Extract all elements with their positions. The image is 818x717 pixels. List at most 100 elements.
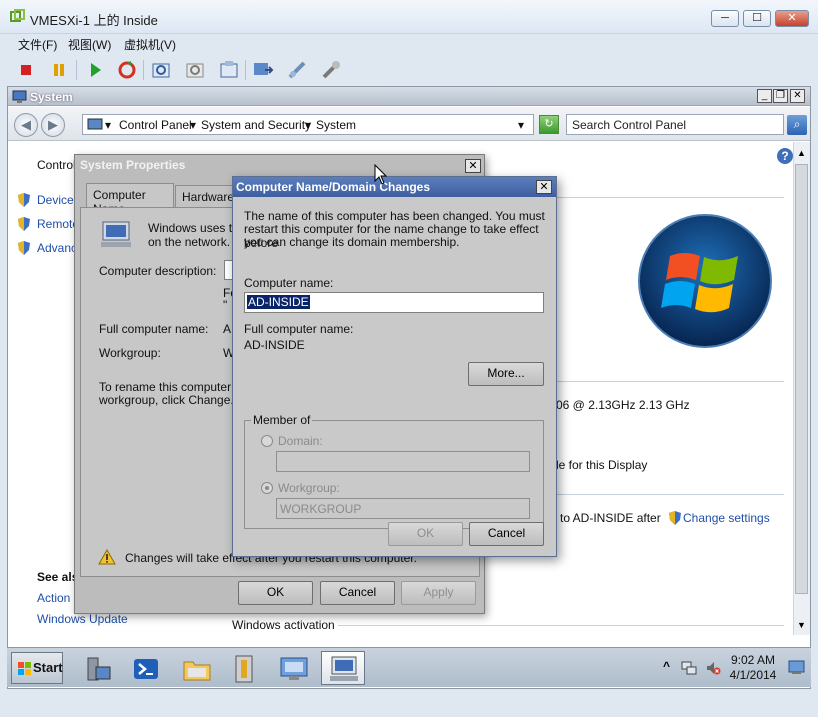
more-button[interactable]: More... xyxy=(468,362,544,386)
workgroup-radio[interactable] xyxy=(261,482,273,494)
show-desktop-icon[interactable] xyxy=(788,659,805,676)
vm-toolbar xyxy=(0,55,818,85)
rename-text-line1: To rename this computer or xyxy=(99,380,246,394)
vm-status-area xyxy=(0,689,818,717)
clock-time: 9:02 AM xyxy=(730,653,776,667)
server-manager-task[interactable] xyxy=(75,651,119,685)
system-restore-button[interactable]: ❐ xyxy=(773,89,788,103)
vm-close-button[interactable]: ✕ xyxy=(775,10,809,27)
folder-icon xyxy=(183,661,211,681)
system-minimize-button[interactable]: _ xyxy=(757,89,772,103)
vertical-scrollbar[interactable]: ▲ ▼ xyxy=(793,142,810,635)
domain-input[interactable] xyxy=(276,451,530,472)
power-on-icon[interactable] xyxy=(83,58,107,82)
member-of-group: Member of Domain: Workgroup: WORKGROUP xyxy=(244,413,544,529)
workgroup-label: Workgroup: xyxy=(278,481,340,495)
forward-button[interactable]: ▶ xyxy=(41,113,65,137)
breadcrumb-system-security[interactable]: System and Security xyxy=(201,118,311,132)
search-input[interactable]: Search Control Panel xyxy=(566,114,784,135)
domain-label: Domain: xyxy=(278,434,323,448)
tray-expand-icon[interactable]: ^ xyxy=(663,659,670,673)
refresh-icon[interactable]: ↻ xyxy=(539,115,559,134)
change-settings-link[interactable]: Change settings xyxy=(683,511,770,525)
menu-view[interactable]: 视图(W) xyxy=(68,36,111,53)
taskbar-clock[interactable]: 9:02 AM 4/1/2014 xyxy=(723,653,783,683)
vm-titlebar: VMESXi-1 上的 Inside ─ ☐ ✕ xyxy=(0,0,818,34)
control-panel-icon xyxy=(87,118,103,130)
computer-name-changes-titlebar: Computer Name/Domain Changes ✕ xyxy=(233,177,556,197)
computer-name-changes-dialog: Computer Name/Domain Changes ✕ The name … xyxy=(232,176,557,557)
connect-device-icon[interactable] xyxy=(285,58,309,82)
pen-touch-info: le for this Display xyxy=(556,458,648,472)
system-properties-task[interactable] xyxy=(321,651,365,685)
system-properties-close-button[interactable]: ✕ xyxy=(465,159,481,173)
system-window-title: System xyxy=(30,90,73,104)
suspend-icon[interactable] xyxy=(47,58,71,82)
tab-hardware[interactable]: Hardware xyxy=(175,185,234,207)
workgroup-label: Workgroup: xyxy=(99,346,161,360)
computer-name-changes-close-button[interactable]: ✕ xyxy=(536,180,552,194)
snapshot-manager-icon[interactable] xyxy=(217,58,241,82)
network-icon[interactable] xyxy=(681,660,697,676)
power-off-icon[interactable] xyxy=(14,58,38,82)
tab-computer-name[interactable]: Computer Name xyxy=(86,183,174,216)
shield-icon xyxy=(18,241,30,255)
shield-icon xyxy=(18,193,30,207)
revert-snapshot-icon[interactable] xyxy=(183,58,207,82)
system-window-titlebar: System _ ❐ ✕ xyxy=(8,87,810,106)
vmware-app-icon xyxy=(10,9,25,22)
control-panel-home-link[interactable]: Control xyxy=(37,158,76,172)
system-properties-apply-button[interactable]: Apply xyxy=(401,581,476,605)
vm-maximize-button[interactable]: ☐ xyxy=(743,10,771,27)
domain-radio[interactable] xyxy=(261,435,273,447)
control-panel-task[interactable] xyxy=(271,651,315,685)
name-changes-cancel-button[interactable]: Cancel xyxy=(469,522,544,546)
computer-name-input[interactable]: AD-INSIDE xyxy=(244,292,544,313)
full-computer-name-value: AD-INSIDE xyxy=(244,338,305,352)
volume-muted-icon[interactable] xyxy=(705,660,721,676)
full-computer-name-label: Full computer name: xyxy=(99,322,209,336)
explorer-task[interactable] xyxy=(173,651,217,685)
server-manager-icon xyxy=(87,657,111,681)
computer-icon xyxy=(101,221,131,247)
computer-icon xyxy=(330,656,358,681)
warning-icon xyxy=(98,549,116,565)
rename-message-line3: you can change its domain membership. xyxy=(244,235,460,249)
breadcrumb-system[interactable]: System xyxy=(316,118,356,132)
snapshot-icon[interactable] xyxy=(149,58,173,82)
vm-menubar: 文件(F) 视图(W) 虚拟机(V) xyxy=(0,34,818,54)
help-icon[interactable]: ? xyxy=(777,148,793,164)
menu-file[interactable]: 文件(F) xyxy=(18,36,57,53)
name-changes-ok-button[interactable]: OK xyxy=(388,522,463,546)
remote-settings-link[interactable]: Remote xyxy=(37,217,79,231)
powershell-task[interactable] xyxy=(123,651,167,685)
computer-name-changes-title: Computer Name/Domain Changes xyxy=(236,180,431,194)
windows-flag-icon xyxy=(18,662,31,675)
settings-icon[interactable] xyxy=(319,58,343,82)
rename-message-line1: The name of this computer has been chang… xyxy=(244,209,545,223)
back-button[interactable]: ◀ xyxy=(14,113,38,137)
mouse-cursor-icon xyxy=(374,164,388,185)
advanced-settings-link[interactable]: Advanc xyxy=(37,241,77,255)
vm-window-title: VMESXi-1 上的 Inside xyxy=(30,13,158,28)
system-close-button[interactable]: ✕ xyxy=(790,89,805,103)
windows-update-link[interactable]: Windows Update xyxy=(37,612,128,626)
console-icon[interactable] xyxy=(251,58,275,82)
full-computer-name-label: Full computer name: xyxy=(244,322,354,336)
address-box[interactable]: ▾ Control Panel ▾ System and Security ▾ … xyxy=(82,114,534,135)
taskbar: Start ^ 9:02 AM 4/1/2014 xyxy=(7,647,811,687)
start-button[interactable]: Start xyxy=(11,652,63,684)
administrative-tools-icon xyxy=(235,655,253,683)
menu-vm[interactable]: 虚拟机(V) xyxy=(124,36,176,53)
member-of-label: Member of xyxy=(251,413,313,427)
windows-activation-heading: Windows activation xyxy=(232,618,335,632)
workgroup-input[interactable]: WORKGROUP xyxy=(276,498,530,519)
admin-tools-task[interactable] xyxy=(221,651,265,685)
system-properties-ok-button[interactable]: OK xyxy=(238,581,313,605)
reset-icon[interactable] xyxy=(115,58,139,82)
breadcrumb-control-panel[interactable]: Control Panel xyxy=(119,118,192,132)
vm-minimize-button[interactable]: ─ xyxy=(711,10,739,27)
system-properties-cancel-button[interactable]: Cancel xyxy=(320,581,395,605)
search-icon[interactable]: ⌕ xyxy=(787,115,807,135)
address-dropdown-icon[interactable]: ▾ xyxy=(518,118,524,132)
